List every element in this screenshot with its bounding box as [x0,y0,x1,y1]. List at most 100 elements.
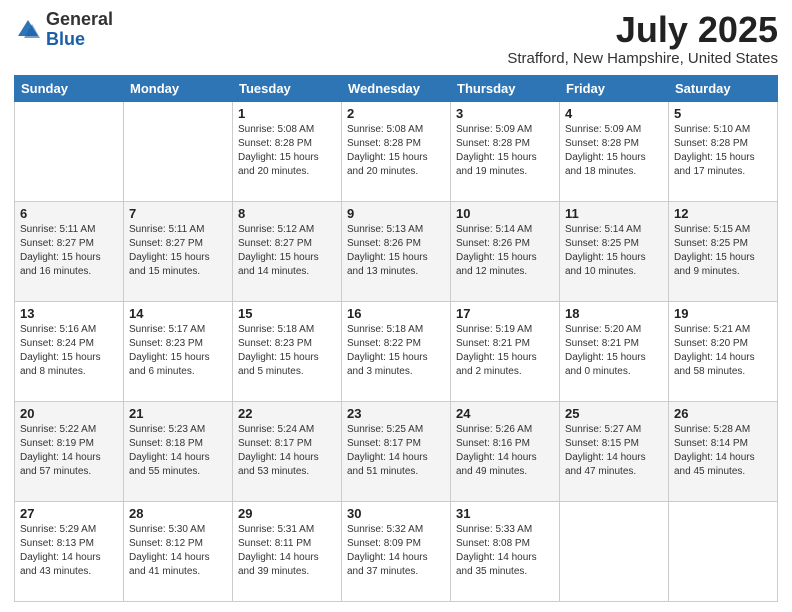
day-info: Sunrise: 5:19 AM Sunset: 8:21 PM Dayligh… [456,323,554,379]
logo-general: General [46,9,113,29]
calendar-cell: 1Sunrise: 5:08 AM Sunset: 8:28 PM Daylig… [233,101,342,201]
calendar-cell: 31Sunrise: 5:33 AM Sunset: 8:08 PM Dayli… [451,501,560,601]
calendar-cell [560,501,669,601]
calendar-cell [15,101,124,201]
day-number: 21 [129,406,227,421]
col-thursday: Thursday [451,75,560,101]
calendar-cell: 8Sunrise: 5:12 AM Sunset: 8:27 PM Daylig… [233,201,342,301]
calendar-week-4: 20 Sunrise: 5:22 AM Sunset: 8:19 PM Dayli… [15,401,778,501]
calendar-cell: 20 Sunrise: 5:22 AM Sunset: 8:19 PM Dayli… [15,401,124,501]
day-info: Sunrise: 5:15 AM Sunset: 8:25 PM Dayligh… [674,223,772,279]
day-number: 11 [565,206,663,221]
calendar-cell: 26Sunrise: 5:28 AM Sunset: 8:14 PM Dayli… [669,401,778,501]
day-number: 3 [456,106,554,121]
calendar-cell [124,101,233,201]
calendar-cell: 10 Sunrise: 5:14 AM Sunset: 8:26 PM Dayli… [451,201,560,301]
day-number: 18 [565,306,663,321]
day-info: Sunrise: 5:18 AM Sunset: 8:23 PM Dayligh… [238,323,336,379]
day-info: Sunrise: 5:16 AM Sunset: 8:24 PM Dayligh… [20,323,118,379]
calendar-cell: 23Sunrise: 5:25 AM Sunset: 8:17 PM Dayli… [342,401,451,501]
calendar-cell: 5 Sunrise: 5:10 AM Sunset: 8:28 PM Daylig… [669,101,778,201]
day-info: Sunrise: 5:31 AM Sunset: 8:11 PM Dayligh… [238,523,336,579]
col-sunday: Sunday [15,75,124,101]
day-number: 16 [347,306,445,321]
month-year: July 2025 [507,10,778,50]
logo: General Blue [14,10,113,50]
calendar-cell: 18 Sunrise: 5:20 AM Sunset: 8:21 PM Dayli… [560,301,669,401]
calendar-cell: 29 Sunrise: 5:31 AM Sunset: 8:11 PM Dayli… [233,501,342,601]
day-number: 15 [238,306,336,321]
calendar-week-1: 1Sunrise: 5:08 AM Sunset: 8:28 PM Daylig… [15,101,778,201]
day-info: Sunrise: 5:14 AM Sunset: 8:25 PM Dayligh… [565,223,663,279]
day-info: Sunrise: 5:20 AM Sunset: 8:21 PM Dayligh… [565,323,663,379]
calendar-cell: 11 Sunrise: 5:14 AM Sunset: 8:25 PM Dayli… [560,201,669,301]
day-info: Sunrise: 5:25 AM Sunset: 8:17 PM Dayligh… [347,423,445,479]
day-info: Sunrise: 5:30 AM Sunset: 8:12 PM Dayligh… [129,523,227,579]
location: Strafford, New Hampshire, United States [507,50,778,67]
day-info: Sunrise: 5:26 AM Sunset: 8:16 PM Dayligh… [456,423,554,479]
calendar-cell: 4Sunrise: 5:09 AM Sunset: 8:28 PM Daylig… [560,101,669,201]
logo-text: General Blue [46,10,113,50]
calendar-cell [669,501,778,601]
col-tuesday: Tuesday [233,75,342,101]
day-info: Sunrise: 5:08 AM Sunset: 8:28 PM Dayligh… [238,123,336,179]
day-info: Sunrise: 5:09 AM Sunset: 8:28 PM Dayligh… [565,123,663,179]
day-number: 12 [674,206,772,221]
day-number: 14 [129,306,227,321]
col-saturday: Saturday [669,75,778,101]
calendar-cell: 3 Sunrise: 5:09 AM Sunset: 8:28 PM Daylig… [451,101,560,201]
day-number: 10 [456,206,554,221]
day-number: 27 [20,506,118,521]
day-info: Sunrise: 5:23 AM Sunset: 8:18 PM Dayligh… [129,423,227,479]
page: General Blue July 2025 Strafford, New Ha… [0,0,792,612]
day-number: 22 [238,406,336,421]
calendar-cell: 6 Sunrise: 5:11 AM Sunset: 8:27 PM Daylig… [15,201,124,301]
calendar-week-5: 27Sunrise: 5:29 AM Sunset: 8:13 PM Dayli… [15,501,778,601]
calendar-week-2: 6 Sunrise: 5:11 AM Sunset: 8:27 PM Daylig… [15,201,778,301]
day-info: Sunrise: 5:27 AM Sunset: 8:15 PM Dayligh… [565,423,663,479]
calendar-cell: 22 Sunrise: 5:24 AM Sunset: 8:17 PM Dayli… [233,401,342,501]
day-number: 31 [456,506,554,521]
calendar-cell: 9 Sunrise: 5:13 AM Sunset: 8:26 PM Daylig… [342,201,451,301]
day-info: Sunrise: 5:09 AM Sunset: 8:28 PM Dayligh… [456,123,554,179]
col-friday: Friday [560,75,669,101]
day-number: 29 [238,506,336,521]
day-info: Sunrise: 5:24 AM Sunset: 8:17 PM Dayligh… [238,423,336,479]
day-number: 28 [129,506,227,521]
day-info: Sunrise: 5:14 AM Sunset: 8:26 PM Dayligh… [456,223,554,279]
day-number: 30 [347,506,445,521]
day-number: 24 [456,406,554,421]
title-section: July 2025 Strafford, New Hampshire, Unit… [507,10,778,67]
day-info: Sunrise: 5:22 AM Sunset: 8:19 PM Dayligh… [20,423,118,479]
calendar-cell: 27Sunrise: 5:29 AM Sunset: 8:13 PM Dayli… [15,501,124,601]
day-number: 13 [20,306,118,321]
day-info: Sunrise: 5:11 AM Sunset: 8:27 PM Dayligh… [129,223,227,279]
header: General Blue July 2025 Strafford, New Ha… [14,10,778,67]
day-info: Sunrise: 5:32 AM Sunset: 8:09 PM Dayligh… [347,523,445,579]
day-number: 2 [347,106,445,121]
day-info: Sunrise: 5:11 AM Sunset: 8:27 PM Dayligh… [20,223,118,279]
day-info: Sunrise: 5:18 AM Sunset: 8:22 PM Dayligh… [347,323,445,379]
calendar-cell: 24 Sunrise: 5:26 AM Sunset: 8:16 PM Dayli… [451,401,560,501]
day-number: 5 [674,106,772,121]
day-info: Sunrise: 5:13 AM Sunset: 8:26 PM Dayligh… [347,223,445,279]
calendar-cell: 28 Sunrise: 5:30 AM Sunset: 8:12 PM Dayli… [124,501,233,601]
day-info: Sunrise: 5:17 AM Sunset: 8:23 PM Dayligh… [129,323,227,379]
col-monday: Monday [124,75,233,101]
calendar-cell: 19Sunrise: 5:21 AM Sunset: 8:20 PM Dayli… [669,301,778,401]
logo-blue: Blue [46,29,85,49]
col-wednesday: Wednesday [342,75,451,101]
calendar-cell: 30 Sunrise: 5:32 AM Sunset: 8:09 PM Dayli… [342,501,451,601]
day-number: 6 [20,206,118,221]
day-number: 9 [347,206,445,221]
day-info: Sunrise: 5:10 AM Sunset: 8:28 PM Dayligh… [674,123,772,179]
calendar-week-3: 13 Sunrise: 5:16 AM Sunset: 8:24 PM Dayli… [15,301,778,401]
day-info: Sunrise: 5:12 AM Sunset: 8:27 PM Dayligh… [238,223,336,279]
day-info: Sunrise: 5:21 AM Sunset: 8:20 PM Dayligh… [674,323,772,379]
day-number: 20 [20,406,118,421]
day-number: 26 [674,406,772,421]
day-number: 25 [565,406,663,421]
calendar-header-row: Sunday Monday Tuesday Wednesday Thursday… [15,75,778,101]
calendar-cell: 13 Sunrise: 5:16 AM Sunset: 8:24 PM Dayli… [15,301,124,401]
day-number: 7 [129,206,227,221]
